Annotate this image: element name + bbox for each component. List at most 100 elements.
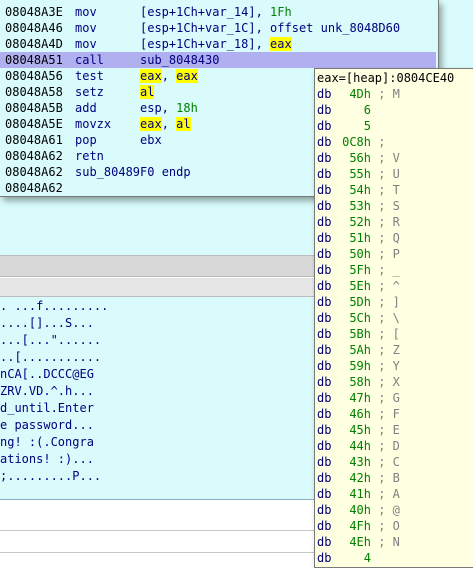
hint-row: db 4 [317, 550, 371, 566]
hint-directive: db [317, 87, 332, 101]
asm-line[interactable]: 08048A56 test eax, eax [5, 68, 198, 84]
hint-value: 43h [349, 455, 371, 469]
hint-comment: ; A [371, 487, 400, 501]
hint-row: db 0C8h ; [317, 134, 385, 150]
hint-directive: db [317, 295, 332, 309]
highlighted-operand[interactable]: eax [140, 69, 162, 83]
highlighted-operand[interactable]: eax [140, 117, 162, 131]
hint-row: db 42h ; B [317, 470, 400, 486]
hint-comment: ; T [371, 183, 400, 197]
asm-mnemonic: movzx [75, 117, 112, 131]
asm-address: 08048A62 [5, 165, 63, 179]
hint-value: 5Bh [349, 327, 371, 341]
asm-line[interactable]: 08048A5B add esp, 18h [5, 100, 198, 116]
hex-ascii-row[interactable]: nCA[..DCCC@EG [0, 366, 94, 382]
asm-line[interactable]: 08048A62 sub_80489F0 endp [5, 164, 191, 180]
hint-value: 56h [349, 151, 371, 165]
asm-address: 08048A46 [5, 21, 63, 35]
hint-value: 52h [349, 215, 371, 229]
asm-line[interactable]: 08048A51 call sub_8048430 [0, 52, 436, 68]
hint-row: db 5Ch ; \ [317, 310, 400, 326]
asm-line[interactable]: 08048A5E movzx eax, al [5, 116, 191, 132]
highlighted-operand[interactable]: al [176, 117, 191, 131]
hex-ascii-row[interactable]: ng! :(.Congra [0, 434, 94, 450]
hint-comment: ; E [371, 423, 400, 437]
asm-operand: 18h [176, 101, 198, 115]
hint-value: 58h [349, 375, 371, 389]
asm-line[interactable]: 08048A3E mov [esp+1Ch+var_14], 1Fh [5, 4, 292, 20]
hex-ascii-row[interactable]: ations! :)... [0, 451, 94, 467]
hint-comment: ; ] [371, 295, 400, 309]
asm-mnemonic: mov [75, 37, 97, 51]
hint-value: 4Eh [349, 535, 371, 549]
hint-comment: ; ^ [371, 279, 400, 293]
hint-comment: ; F [371, 407, 400, 421]
hex-ascii-row[interactable]: ZRV.VD.^.h... [0, 383, 94, 399]
asm-mnemonic: add [75, 101, 97, 115]
hint-value: 42h [349, 471, 371, 485]
hint-row: db 5Eh ; ^ [317, 278, 400, 294]
hint-directive: db [317, 135, 332, 149]
hint-comment: ; S [371, 199, 400, 213]
asm-address: 08048A58 [5, 85, 63, 99]
hint-row: db 55h ; U [317, 166, 400, 182]
hex-ascii-row[interactable]: . ...f......... [0, 298, 108, 314]
hint-directive: db [317, 103, 332, 117]
hint-comment: ; M [371, 87, 400, 101]
hex-ascii-row[interactable]: ;.........P... [0, 468, 101, 484]
hint-directive: db [317, 327, 332, 341]
hint-comment: ; N [371, 535, 400, 549]
asm-line[interactable]: 08048A4D mov [esp+1Ch+var_18], eax [5, 36, 292, 52]
hex-ascii-row[interactable]: e password... [0, 417, 94, 433]
hint-row: db 5Ah ; Z [317, 342, 400, 358]
hex-ascii-row[interactable]: d_until.Enter [0, 400, 94, 416]
hint-row: db 5Dh ; ] [317, 294, 400, 310]
asm-address: 08048A51 [5, 53, 63, 67]
hint-comment: ; U [371, 167, 400, 181]
hint-row: db 4Fh ; O [317, 518, 400, 534]
highlighted-operand[interactable]: eax [270, 37, 292, 51]
hint-directive: db [317, 215, 332, 229]
hex-ascii-row[interactable]: ....[]...S... [0, 315, 94, 331]
hint-directive: db [317, 231, 332, 245]
hint-value: 46h [349, 407, 371, 421]
hint-directive: db [317, 167, 332, 181]
hint-comment: ; [ [371, 327, 400, 341]
hint-comment: ; Q [371, 231, 400, 245]
hint-row: db 43h ; C [317, 454, 400, 470]
hint-row: db 59h ; Y [317, 358, 400, 374]
hint-row: db 44h ; D [317, 438, 400, 454]
highlighted-operand[interactable]: eax [176, 69, 198, 83]
hint-title: eax=[heap]:0804CE40 [317, 71, 455, 85]
asm-address: 08048A62 [5, 181, 63, 195]
asm-line[interactable]: 08048A61 pop ebx [5, 132, 162, 148]
hint-comment: ; R [371, 215, 400, 229]
hint-value: 0C8h [342, 135, 371, 149]
hint-comment: ; @ [371, 503, 400, 517]
hint-directive: db [317, 439, 332, 453]
hint-comment: ; G [371, 391, 400, 405]
asm-mnemonic: pop [75, 133, 97, 147]
hint-value: 5Eh [349, 279, 371, 293]
asm-line[interactable]: 08048A62 [5, 180, 75, 196]
hint-row: db 5Fh ; _ [317, 262, 400, 278]
hint-directive: db [317, 247, 332, 261]
hint-row: db 54h ; T [317, 182, 400, 198]
hint-directive: db [317, 311, 332, 325]
asm-mnemonic: setz [75, 85, 104, 99]
asm-line[interactable]: 08048A58 setz al [5, 84, 155, 100]
hex-ascii-row[interactable]: ...[..."...... [0, 332, 101, 348]
asm-operand: [esp+1Ch+var_14], [140, 5, 271, 19]
hex-ascii-row[interactable]: ..[........... [0, 349, 101, 365]
hint-value: 4Fh [349, 519, 371, 533]
hint-directive: db [317, 279, 332, 293]
hint-row: db 41h ; A [317, 486, 400, 502]
hint-row: db 5Bh ; [ [317, 326, 400, 342]
hint-value: 59h [349, 359, 371, 373]
hint-value: 5 [363, 119, 371, 133]
hint-directive: db [317, 503, 332, 517]
highlighted-operand[interactable]: al [140, 85, 155, 99]
asm-line[interactable]: 08048A46 mov [esp+1Ch+var_1C], offset unk_… [5, 20, 400, 36]
asm-line[interactable]: 08048A62 retn [5, 148, 140, 164]
hint-comment: ; C [371, 455, 400, 469]
